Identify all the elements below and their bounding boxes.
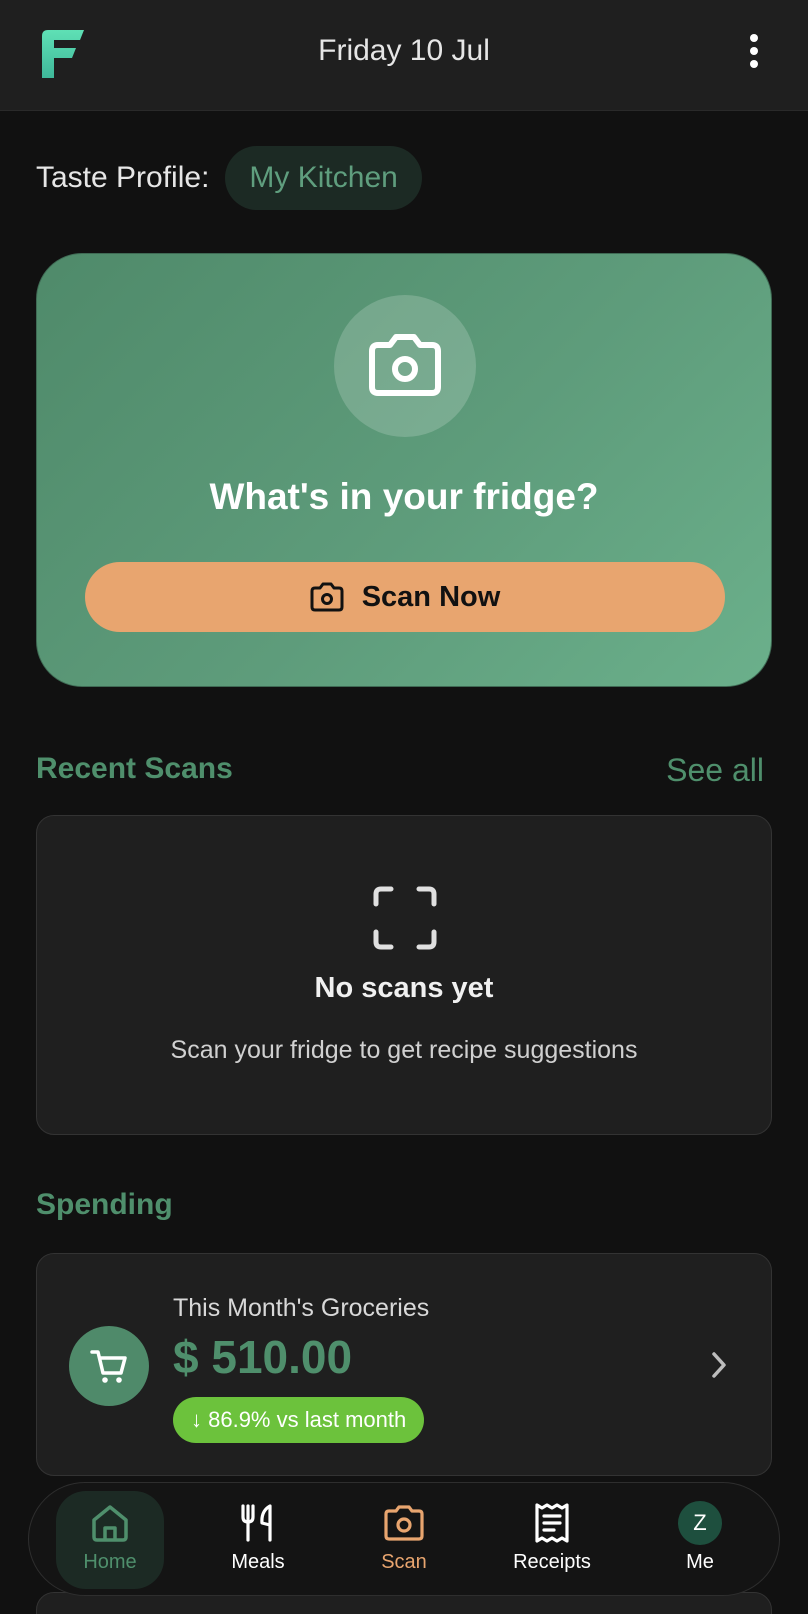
- recent-scans-empty-card: No scans yet Scan your fridge to get rec…: [36, 815, 772, 1135]
- taste-profile-row: Taste Profile: My Kitchen: [36, 146, 422, 210]
- nav-meals-label: Meals: [231, 1551, 285, 1573]
- spending-change-badge: ↓ 86.9% vs last month: [173, 1397, 425, 1443]
- camera-icon-circle: [334, 295, 476, 437]
- taste-profile-chip[interactable]: My Kitchen: [225, 146, 422, 210]
- spending-heading: Spending: [36, 1188, 173, 1221]
- spending-label: This Month's Groceries: [173, 1294, 430, 1322]
- nav-me-label: Me: [686, 1551, 714, 1573]
- nav-scan[interactable]: Scan: [350, 1491, 458, 1589]
- empty-state-title: No scans yet: [314, 972, 494, 1004]
- hero-title: What's in your fridge?: [209, 476, 599, 517]
- nav-meals[interactable]: Meals: [204, 1491, 312, 1589]
- recent-scans-heading: Recent Scans: [36, 752, 233, 785]
- scan-now-button[interactable]: Scan Now: [85, 562, 725, 632]
- scan-frame-icon: [373, 886, 437, 950]
- nav-home[interactable]: Home: [56, 1491, 164, 1589]
- scan-now-label: Scan Now: [361, 580, 501, 613]
- spending-amount: $ 510.00: [173, 1331, 353, 1383]
- fridge-scan-card: What's in your fridge? Scan Now: [36, 253, 772, 687]
- cart-icon-circle: [69, 1326, 149, 1406]
- top-app-bar: Friday 10 Jul: [0, 0, 808, 111]
- see-all-link[interactable]: See all: [666, 752, 764, 789]
- nav-receipts[interactable]: Receipts: [498, 1491, 606, 1589]
- cart-icon: [90, 1350, 127, 1383]
- header-date: Friday 10 Jul: [318, 34, 490, 67]
- chevron-right-icon: [712, 1352, 726, 1378]
- camera-icon: [369, 334, 441, 396]
- nav-me[interactable]: Z Me: [646, 1491, 754, 1589]
- camera-icon: [310, 582, 344, 612]
- nav-scan-label: Scan: [381, 1551, 427, 1573]
- empty-state-subtitle: Scan your fridge to get recipe suggestio…: [170, 1036, 638, 1064]
- nav-receipts-label: Receipts: [513, 1551, 591, 1573]
- bottom-navigation: Home Meals Scan Receipts Z Me: [28, 1482, 780, 1596]
- avatar: Z: [678, 1501, 722, 1545]
- spending-card[interactable]: This Month's Groceries $ 510.00 ↓ 86.9% …: [36, 1253, 772, 1476]
- kebab-menu-icon[interactable]: [736, 34, 772, 74]
- taste-profile-label: Taste Profile:: [36, 161, 210, 194]
- home-icon: [92, 1505, 128, 1542]
- receipt-icon: [535, 1503, 569, 1543]
- camera-icon: [384, 1505, 424, 1541]
- nav-home-label: Home: [83, 1551, 137, 1573]
- fork-knife-icon: [241, 1504, 272, 1542]
